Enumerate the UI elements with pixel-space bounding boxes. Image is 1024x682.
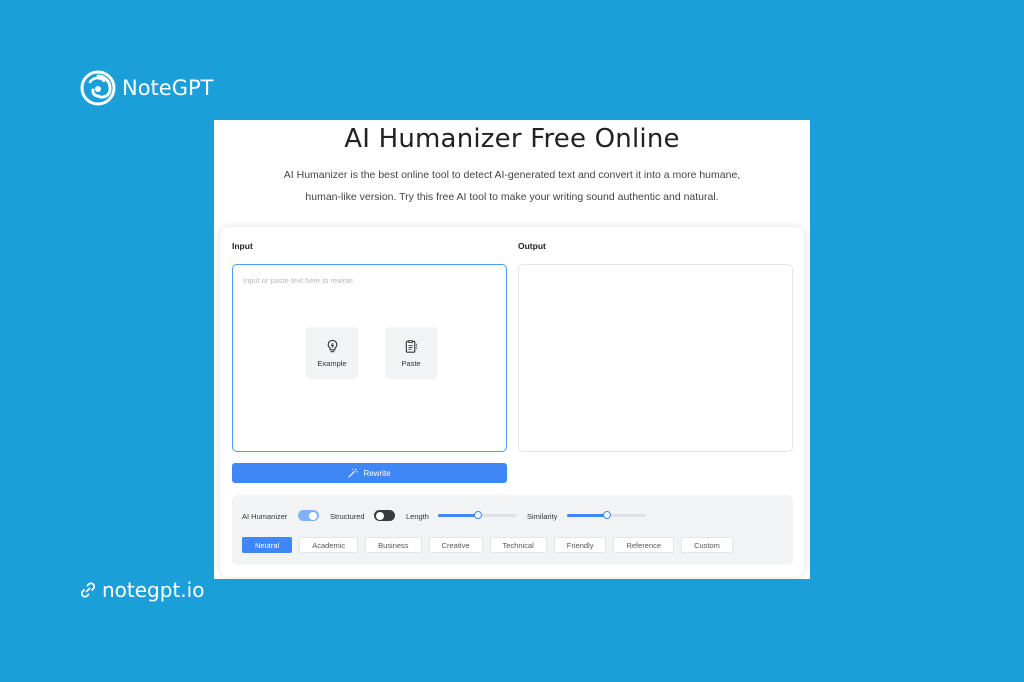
page-description: AI Humanizer is the best online tool to … (274, 164, 750, 208)
input-textarea[interactable]: Input or paste text here to rewrite. Exa… (232, 264, 507, 452)
rewrite-button[interactable]: Rewrite (232, 463, 507, 483)
structured-label: Structured (330, 512, 365, 521)
similarity-slider-thumb[interactable] (602, 511, 611, 519)
similarity-slider[interactable] (567, 511, 646, 519)
input-label: Input (232, 241, 253, 251)
similarity-label: Similarity (527, 512, 558, 521)
brand-name: NoteGPT (122, 76, 214, 100)
tone-creative[interactable]: Creative (428, 537, 483, 553)
length-label: Length (406, 512, 429, 521)
brand: NoteGPT (80, 70, 213, 106)
tone-technical[interactable]: Technical (489, 537, 547, 553)
tone-business[interactable]: Business (365, 537, 422, 553)
rewrite-label: Rewrite (363, 468, 391, 478)
tone-selector: Neutral Academic Business Creative Techn… (242, 537, 733, 553)
site-url: notegpt.io (102, 578, 205, 602)
input-placeholder: Input or paste text here to rewrite. (243, 276, 356, 285)
clipboard-icon (405, 339, 417, 353)
similarity-slider-fill (567, 514, 607, 517)
tone-friendly[interactable]: Friendly (553, 537, 607, 553)
description-line-2: human-like version. Try this free AI too… (305, 191, 719, 203)
output-area[interactable] (518, 264, 793, 452)
length-slider-thumb[interactable] (473, 511, 482, 519)
magic-wand-icon (348, 468, 359, 478)
structured-toggle[interactable] (374, 510, 395, 521)
ai-humanizer-label: AI Humanizer (242, 512, 288, 521)
length-slider-fill (438, 514, 478, 517)
lightbulb-icon (327, 339, 337, 352)
tone-neutral[interactable]: Neutral (242, 537, 293, 553)
tone-reference[interactable]: Reference (613, 537, 675, 553)
paste-label: Paste (401, 358, 421, 368)
link-icon (80, 582, 96, 598)
screenshot-panel: AI Humanizer Free Online AI Humanizer is… (214, 120, 810, 579)
example-label: Example (317, 358, 347, 368)
output-label: Output (518, 241, 546, 251)
site-link[interactable]: notegpt.io (78, 578, 204, 602)
page-title: AI Humanizer Free Online (344, 124, 680, 154)
tone-custom[interactable]: Custom (681, 537, 733, 553)
settings-panel: AI Humanizer Structured Length Similarit… (232, 495, 793, 565)
ai-humanizer-toggle[interactable] (298, 510, 319, 521)
tone-academic[interactable]: Academic (299, 537, 359, 553)
swirl-logo-icon (80, 70, 116, 106)
humanizer-card: Input Output Input or paste text here to… (220, 227, 804, 577)
description-line-1: AI Humanizer is the best online tool to … (283, 169, 741, 181)
length-slider[interactable] (438, 511, 517, 519)
example-button[interactable]: Example (306, 327, 358, 379)
paste-button[interactable]: Paste (385, 327, 437, 379)
